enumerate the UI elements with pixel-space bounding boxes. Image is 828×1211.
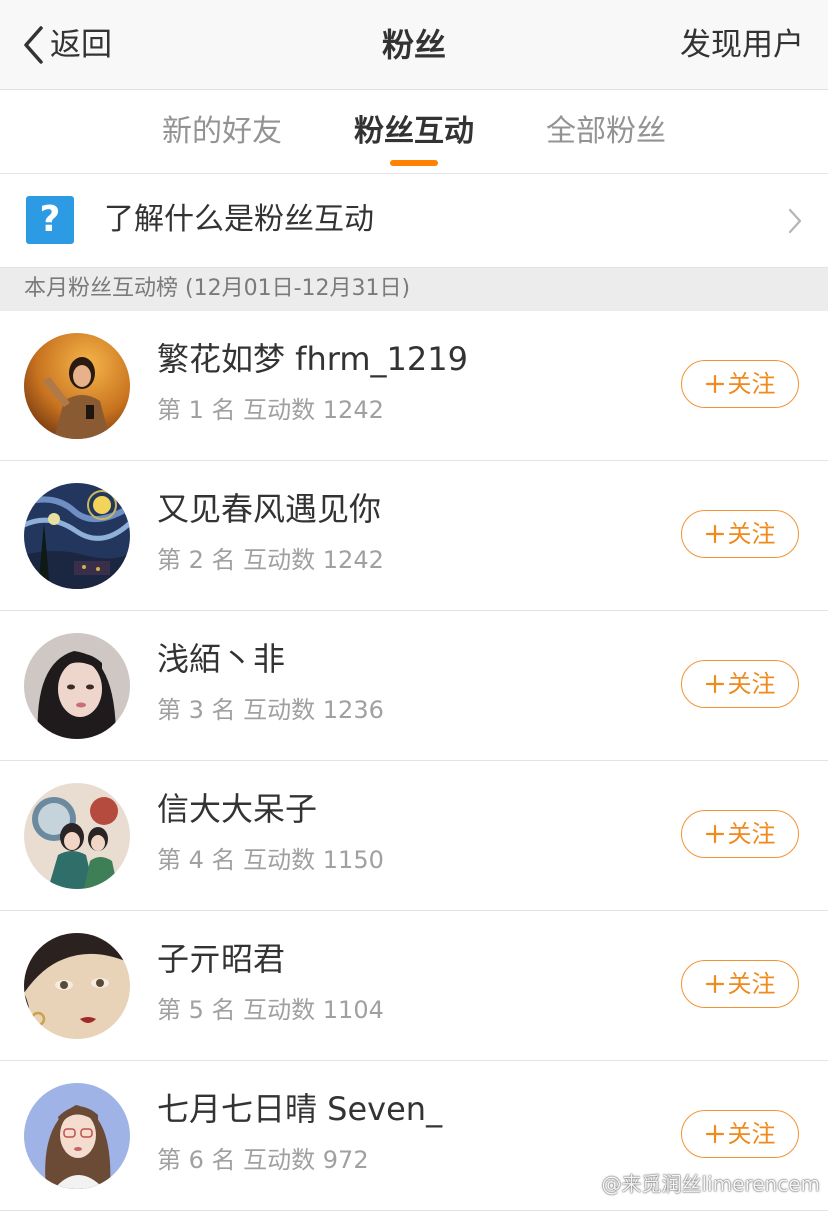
back-label: 返回 [50,27,112,63]
follow-button[interactable]: 关注 [681,960,799,1008]
avatar[interactable] [24,483,130,589]
what-is-fan-interaction-row[interactable]: ? 了解什么是粉丝互动 [0,174,828,267]
fan-name[interactable]: 繁花如梦 fhrm_1219 [157,337,468,381]
follow-button[interactable]: 关注 [681,510,799,558]
plus-icon [705,974,724,994]
navigation-bar: 返回 粉丝 发现用户 [0,0,828,90]
ranking-section-header: 本月粉丝互动榜 (12月01日-12月31日) [0,267,828,311]
back-button[interactable]: 返回 [22,22,112,68]
fan-rank-and-interactions: 第 5 名 互动数 1104 [157,996,384,1024]
plus-icon [705,1124,724,1144]
avatar[interactable] [24,1083,130,1189]
discover-users-button[interactable]: 发现用户 [680,22,804,68]
follow-label: 关注 [727,370,776,398]
weibo-watermark: @来觅润丝limerencem [568,1171,820,1197]
follow-button[interactable]: 关注 [681,1110,799,1158]
tab-fan-interaction[interactable]: 粉丝互动 [354,110,474,154]
list-item[interactable]: 又见春风遇见你 第 2 名 互动数 1242 关注 [0,461,828,611]
watermark-text: @来觅润丝limerencem [601,1172,820,1196]
follow-label: 关注 [727,670,776,698]
active-tab-indicator [390,160,438,166]
avatar[interactable] [24,783,130,889]
fan-name[interactable]: 又见春风遇见你 [157,487,381,531]
follow-button[interactable]: 关注 [681,660,799,708]
tab-new-friends[interactable]: 新的好友 [162,110,282,154]
follow-button[interactable]: 关注 [681,810,799,858]
plus-icon [705,674,724,694]
fan-name[interactable]: 浅絔丶非 [157,637,285,681]
fan-ranking-list: 繁花如梦 fhrm_1219 第 1 名 互动数 1242 关注 又见春风遇见你… [0,311,828,1211]
plus-icon [705,524,724,544]
plus-icon [705,824,724,844]
list-item[interactable]: 子亓昭君 第 5 名 互动数 1104 关注 [0,911,828,1061]
tab-all-fans[interactable]: 全部粉丝 [546,110,666,154]
list-item[interactable]: 信大大呆子 第 4 名 互动数 1150 关注 [0,761,828,911]
fan-name[interactable]: 信大大呆子 [157,787,317,831]
list-item[interactable]: 繁花如梦 fhrm_1219 第 1 名 互动数 1242 关注 [0,311,828,461]
avatar[interactable] [24,933,130,1039]
fan-rank-and-interactions: 第 2 名 互动数 1242 [157,546,384,574]
ranking-section-title: 本月粉丝互动榜 (12月01日-12月31日) [24,276,411,301]
follow-label: 关注 [727,1120,776,1148]
fan-name[interactable]: 子亓昭君 [157,937,285,981]
fan-name[interactable]: 七月七日晴 Seven_ [157,1087,442,1131]
list-item[interactable]: 浅絔丶非 第 3 名 互动数 1236 关注 [0,611,828,761]
plus-icon [705,374,724,394]
follow-label: 关注 [727,970,776,998]
follow-label: 关注 [727,520,776,548]
chevron-right-icon [788,208,802,234]
fan-rank-and-interactions: 第 3 名 互动数 1236 [157,696,384,724]
fan-rank-and-interactions: 第 6 名 互动数 972 [157,1146,369,1174]
question-icon: ? [26,196,74,244]
follow-button[interactable]: 关注 [681,360,799,408]
tab-bar: 新的好友 粉丝互动 全部粉丝 [0,90,828,174]
back-chevron-icon [24,26,43,64]
avatar[interactable] [24,633,130,739]
weibo-logo-icon [568,1175,596,1195]
fan-rank-and-interactions: 第 4 名 互动数 1150 [157,846,384,874]
follow-label: 关注 [727,820,776,848]
info-row-label: 了解什么是粉丝互动 [104,202,374,237]
avatar[interactable] [24,333,130,439]
fan-rank-and-interactions: 第 1 名 互动数 1242 [157,396,384,424]
